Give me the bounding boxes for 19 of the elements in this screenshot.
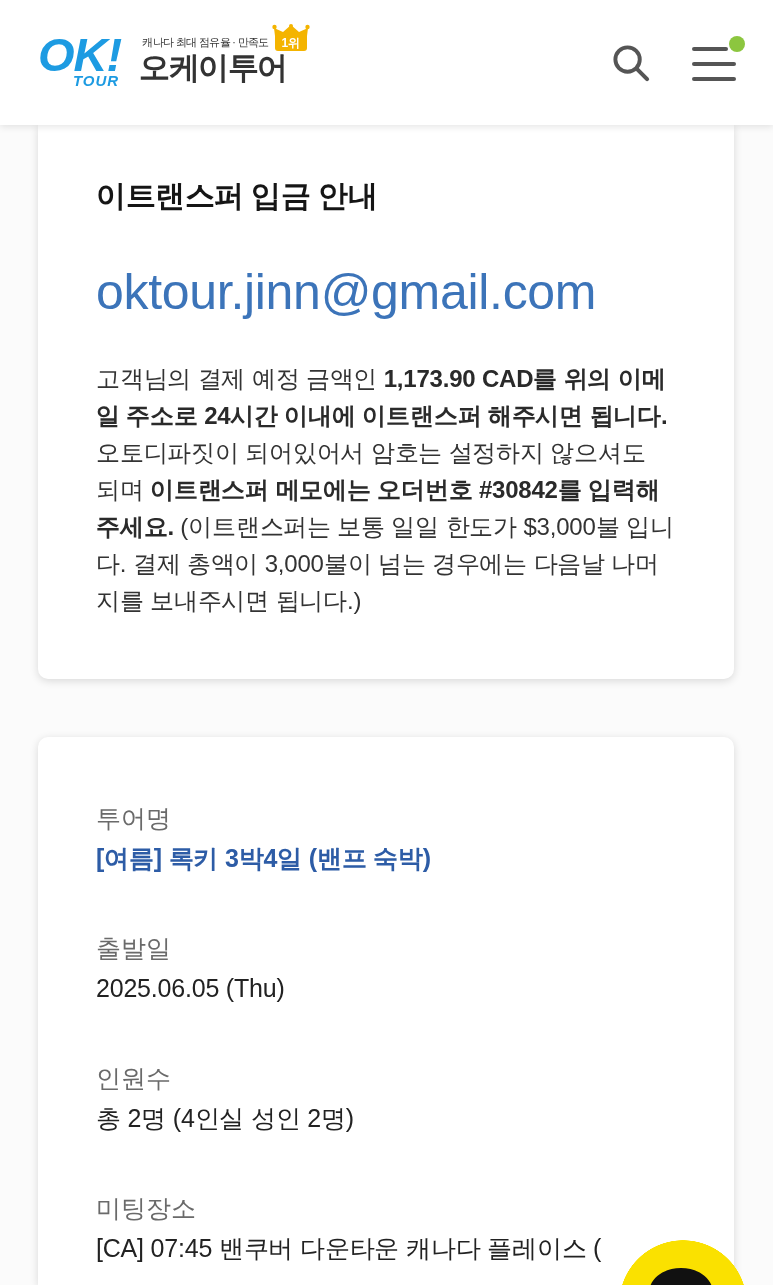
speech-bubble-icon [649,1268,713,1285]
field-label: 투어명 [96,803,171,834]
logo-subtitle: TOUR [72,74,120,88]
card-title: 이트랜스퍼 입금 안내 [96,178,379,214]
tour-name-link[interactable]: [여름] 록키 3박4일 (밴프 숙박) [96,837,431,879]
field-label: 미팅장소 [96,1193,196,1224]
crown-icon [271,24,310,36]
search-icon[interactable] [611,43,650,82]
field-label: 출발일 [96,933,171,964]
field-label: 인원수 [96,1063,171,1094]
brand-name[interactable]: 오케이투어 [139,51,310,85]
field-value: 총 2명 (4인실 성인 2명) [96,1103,354,1134]
brand-tagline: 캐나다 최대 점유율 · 만족도 [142,36,269,49]
field-value: [CA] 07:45 밴쿠버 다운타운 캐나다 플레이스 ( [96,1233,602,1264]
email-address: oktour.jinn@gmail.com [96,263,598,322]
field-value: 2025.06.05 (Thu) [96,973,285,1004]
menu-icon[interactable] [692,44,736,81]
payment-instructions: 고객님의 결제 예정 금액인 1,173.90 CAD를 위의 이메일 주소로 24시간 이내에 이트랜스퍼 해주시면 됩니다. 오토디파짓이 되어있어서 암호는 설정하지 않으셔도 되며 이트랜스퍼 메모에는 오더번호 #30842를 입력해 주세요. (이트랜스퍼는 보통 일일 한도가 $3,000불 입니다. 결제 총액이 3,000불이 넘는 경우에는 다음날 나머지를 보내주시면 됩니다.) [96,364,674,616]
rank-badge: 1위 [274,36,307,51]
